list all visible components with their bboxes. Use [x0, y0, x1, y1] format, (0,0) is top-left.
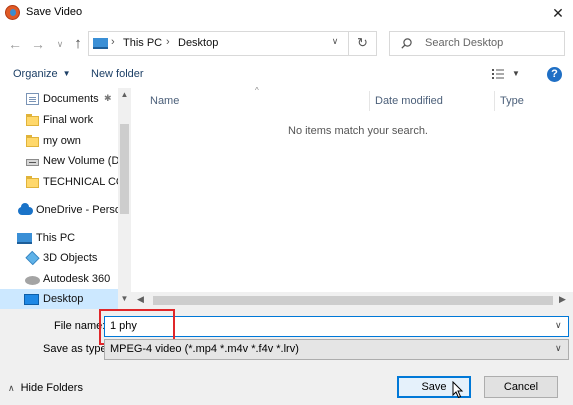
- save-form: File name: 1 phy ∨ Save as type: MPEG-4 …: [0, 309, 573, 405]
- sidebar-item-label: 3D Objects: [43, 252, 98, 264]
- sidebar-item-label: TECHNICAL CON: [43, 176, 118, 188]
- column-header-date-modified[interactable]: Date modified: [375, 95, 443, 107]
- column-divider[interactable]: [369, 91, 370, 111]
- organize-button[interactable]: Organize ▼: [13, 68, 71, 80]
- navigation-bar: ← → ∨ ↑ › This PC › Desktop ∨ ↻ Search D…: [0, 27, 573, 61]
- cancel-button[interactable]: Cancel: [484, 376, 558, 398]
- sidebar-item-label: OneDrive - Persor: [36, 204, 118, 216]
- app-icon: [5, 5, 20, 20]
- hide-folders-button[interactable]: ∧ Hide Folders: [8, 382, 83, 394]
- address-bar[interactable]: › This PC › Desktop ∨ ↻: [88, 31, 377, 56]
- help-icon[interactable]: ?: [547, 67, 562, 82]
- sidebar-item-technical[interactable]: TECHNICAL CON: [0, 172, 118, 193]
- onedrive-icon: [18, 203, 33, 215]
- sidebar-item-onedrive[interactable]: OneDrive - Persor: [0, 200, 118, 221]
- address-dropdown-icon[interactable]: ∨: [325, 36, 345, 47]
- toolbar: Organize ▼ New folder ▼ ?: [0, 61, 573, 88]
- sidebar-item-new-volume[interactable]: New Volume (D:: [0, 151, 118, 172]
- back-button[interactable]: ←: [7, 36, 23, 52]
- hide-folders-label: Hide Folders: [20, 382, 83, 394]
- empty-message: No items match your search.: [288, 125, 428, 137]
- pin-icon: ✱: [104, 93, 112, 103]
- sidebar-item-label: Autodesk 360: [43, 273, 111, 285]
- refresh-button[interactable]: ↻: [348, 31, 376, 56]
- close-button[interactable]: ✕: [543, 0, 573, 26]
- save-as-type-value: MPEG-4 video (*.mp4 *.m4v *.f4v *.lrv): [110, 343, 299, 355]
- chevron-down-icon[interactable]: ∨: [555, 320, 562, 331]
- search-input[interactable]: Search Desktop: [389, 31, 565, 56]
- sidebar-item-final-work[interactable]: Final work: [0, 110, 118, 131]
- search-icon: [401, 38, 412, 49]
- sidebar-item-label: Documents: [43, 93, 99, 105]
- scroll-left-icon[interactable]: ◀: [137, 294, 144, 305]
- file-list[interactable]: ^ Name Date modified Type No items match…: [131, 86, 573, 309]
- scrollbar-thumb[interactable]: [153, 296, 553, 305]
- mouse-cursor-icon: [452, 381, 464, 399]
- column-divider[interactable]: [494, 91, 495, 111]
- view-dropdown-icon[interactable]: ▼: [512, 69, 520, 78]
- sidebar-scrollbar[interactable]: ▲ ▼: [118, 88, 131, 309]
- sidebar-item-label: my own: [43, 135, 81, 147]
- chevron-up-icon: ∧: [8, 383, 15, 393]
- sidebar-item-label: Desktop: [43, 293, 84, 305]
- this-pc-icon: [17, 233, 32, 244]
- this-pc-icon: [93, 38, 108, 49]
- chevron-down-icon: ▼: [62, 69, 71, 78]
- scroll-up-icon[interactable]: ▲: [118, 90, 131, 99]
- 3d-objects-icon: [25, 250, 40, 266]
- drive-icon: [26, 159, 39, 166]
- sidebar-item-3d-objects[interactable]: 3D Objects: [0, 248, 118, 269]
- horizontal-scrollbar[interactable]: ◀ ▶: [131, 292, 573, 309]
- sidebar-item-label: This PC: [36, 232, 76, 244]
- breadcrumb-separator[interactable]: ›: [166, 36, 170, 48]
- folder-icon: [26, 114, 39, 126]
- autodesk-icon: [25, 276, 40, 285]
- window-title: Save Video: [26, 6, 83, 18]
- sidebar-item-label: Final work: [43, 114, 94, 126]
- breadcrumb-desktop[interactable]: Desktop: [178, 37, 218, 49]
- breadcrumb-separator[interactable]: ›: [111, 36, 115, 48]
- column-header-type[interactable]: Type: [500, 95, 524, 107]
- save-as-type-label: Save as type:: [43, 343, 110, 355]
- sidebar-item-my-own[interactable]: my own: [0, 131, 118, 152]
- sidebar-item-this-pc[interactable]: This PC: [0, 228, 118, 249]
- file-name-label: File name:: [54, 320, 106, 332]
- documents-icon: [26, 93, 39, 105]
- up-button[interactable]: ↑: [70, 36, 86, 52]
- scroll-down-icon[interactable]: ▼: [118, 294, 131, 303]
- column-header-name[interactable]: Name: [150, 95, 179, 107]
- recent-locations-button[interactable]: ∨: [52, 36, 68, 52]
- sort-indicator-icon: ^: [255, 86, 259, 95]
- sidebar-item-label: New Volume (D:: [43, 155, 118, 167]
- folder-icon: [26, 176, 39, 188]
- scroll-right-icon[interactable]: ▶: [559, 294, 566, 305]
- navigation-pane: Documents ✱ Final work my own New Volume…: [0, 88, 131, 309]
- folder-icon: [26, 135, 39, 147]
- sidebar-item-autodesk-360[interactable]: Autodesk 360: [0, 269, 118, 290]
- view-options-icon[interactable]: [492, 69, 504, 79]
- organize-label: Organize: [13, 68, 58, 80]
- search-placeholder: Search Desktop: [425, 37, 504, 49]
- sidebar-item-desktop[interactable]: Desktop: [0, 289, 118, 309]
- scrollbar-thumb[interactable]: [120, 124, 129, 214]
- forward-button[interactable]: →: [30, 36, 46, 52]
- save-as-type-select[interactable]: MPEG-4 video (*.mp4 *.m4v *.f4v *.lrv) ∨: [104, 339, 569, 360]
- chevron-down-icon[interactable]: ∨: [555, 343, 562, 354]
- breadcrumb-this-pc[interactable]: This PC: [123, 37, 162, 49]
- desktop-icon: [24, 294, 39, 305]
- sidebar-item-documents[interactable]: Documents ✱: [0, 89, 118, 110]
- title-bar: Save Video ✕: [0, 0, 573, 27]
- new-folder-button[interactable]: New folder: [91, 68, 144, 80]
